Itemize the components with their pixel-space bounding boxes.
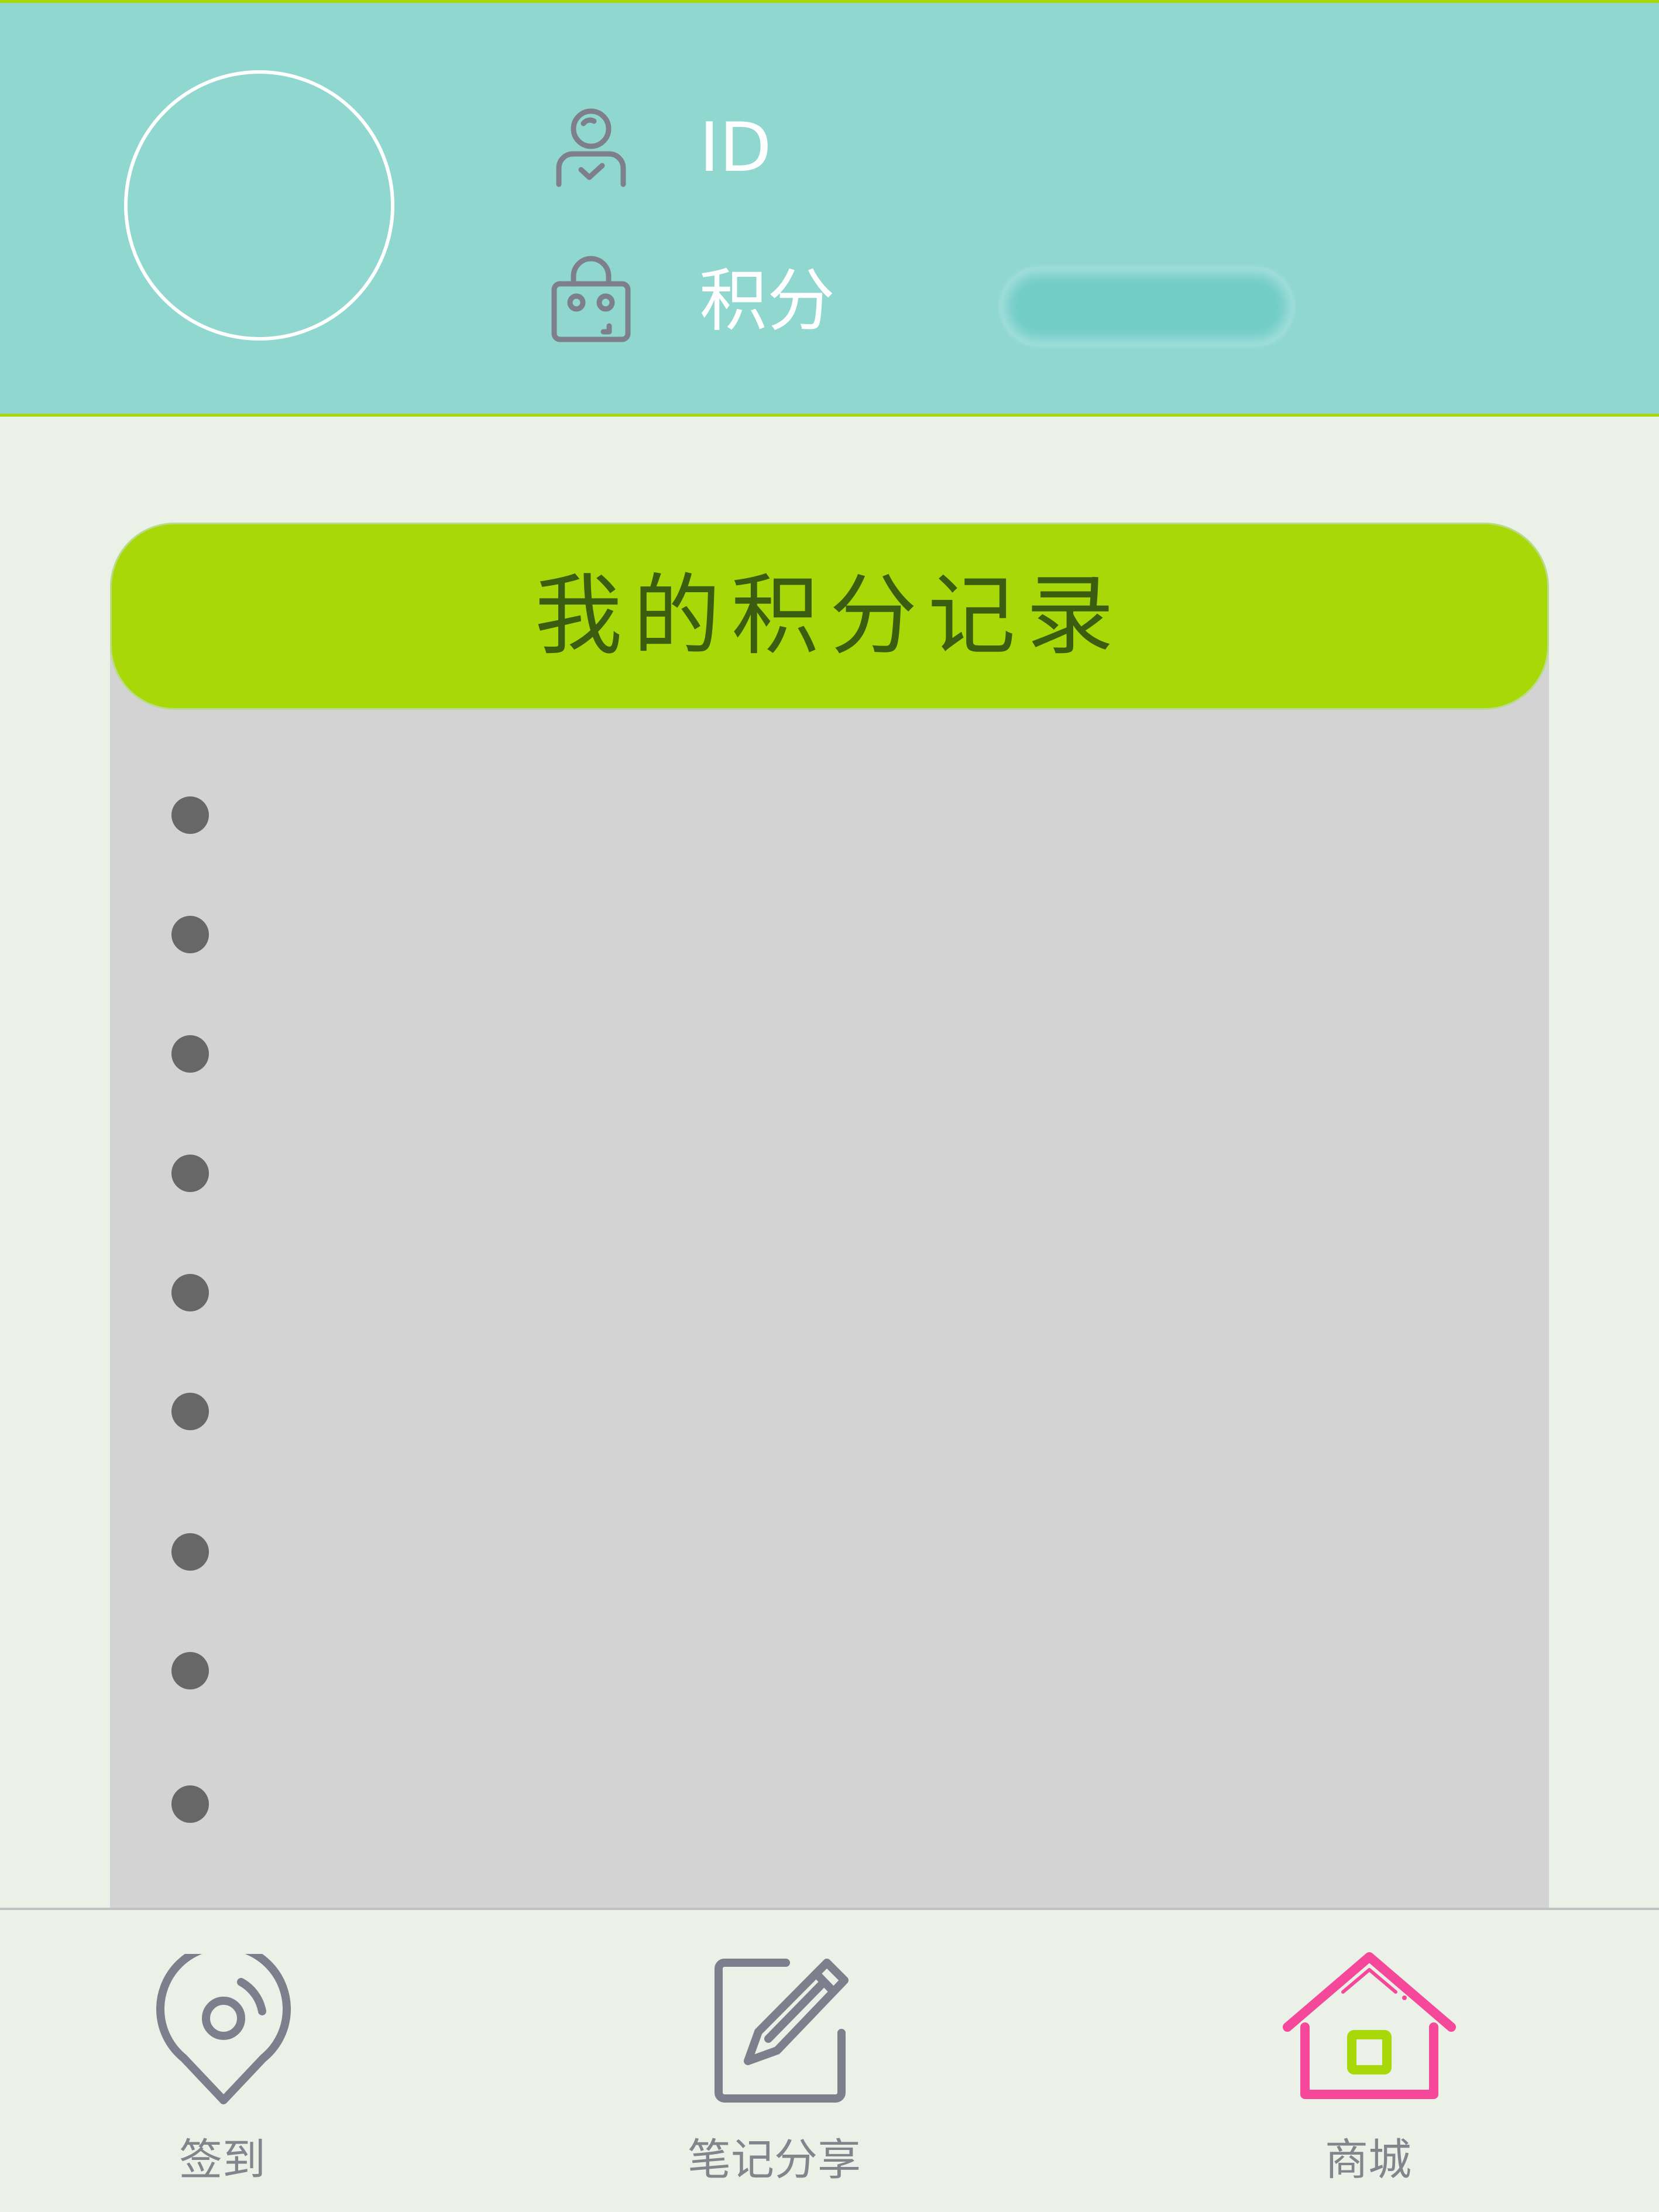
- nav-checkin-label: 签到: [179, 2135, 266, 2185]
- edit-note-icon: [715, 1959, 849, 2103]
- nav-notes[interactable]: [713, 1957, 853, 2103]
- record-bullet-3: [171, 1035, 209, 1073]
- record-bullet-7: [171, 1533, 209, 1571]
- record-bullet-5: [171, 1274, 209, 1311]
- profile-header: ID 积分: [0, 0, 1659, 417]
- location-pin-icon: [156, 1954, 291, 2104]
- record-bullet-4: [171, 1155, 209, 1192]
- points-record-card: 我的积分记录: [110, 523, 1549, 1912]
- nav-shop-label: 商城: [1325, 2135, 1411, 2185]
- record-bullet-2: [171, 916, 209, 953]
- user-id-label: ID: [699, 108, 772, 187]
- record-bullet-6: [171, 1393, 209, 1430]
- points-label: 积分: [699, 262, 835, 341]
- points-record-title: 我的积分记录: [534, 565, 1125, 667]
- bottom-nav: 签到 笔记分享 商城: [0, 1908, 1659, 2212]
- avatar[interactable]: [124, 70, 394, 341]
- record-bullet-8: [171, 1652, 209, 1689]
- home-shop-icon: [1283, 1952, 1456, 2099]
- nav-checkin[interactable]: [153, 1954, 294, 2106]
- record-bullet-9: [171, 1785, 209, 1823]
- user-icon: [547, 102, 635, 190]
- nav-notes-label: 笔记分享: [688, 2135, 861, 2185]
- bag-icon: [547, 256, 635, 344]
- points-value-pill: [1001, 268, 1293, 345]
- record-bullet-1: [171, 796, 209, 834]
- points-record-header: 我的积分记录: [110, 523, 1549, 710]
- nav-shop[interactable]: [1282, 1951, 1457, 2103]
